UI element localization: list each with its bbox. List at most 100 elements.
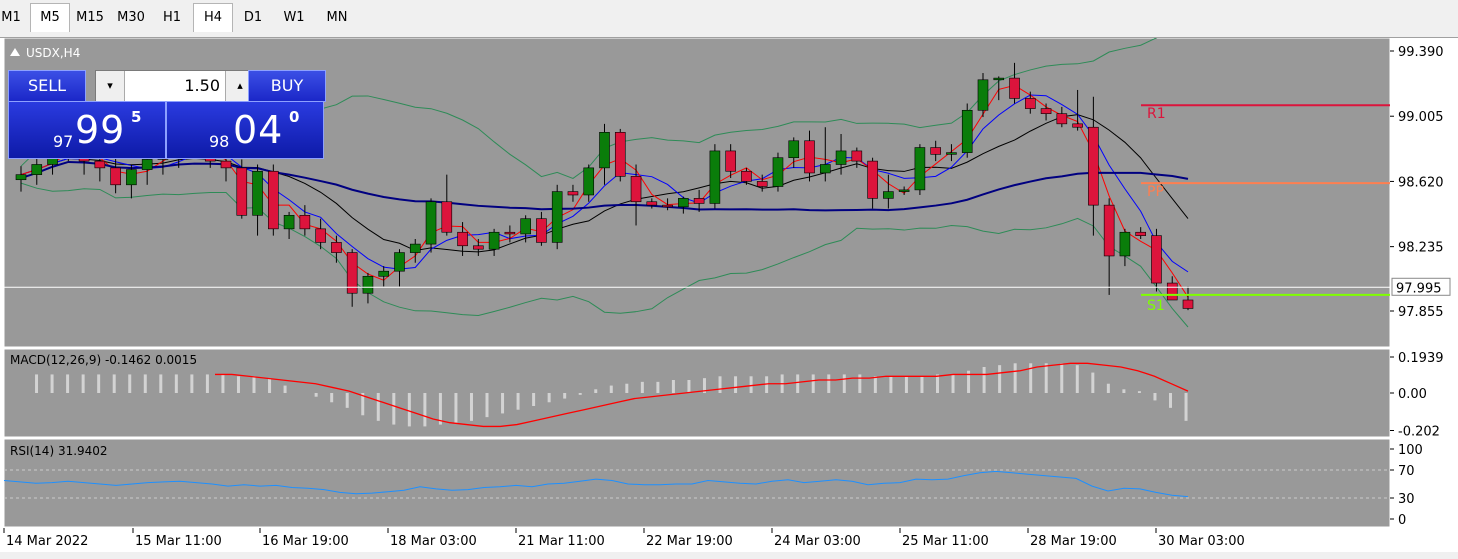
lot-decrease-button[interactable]: ▾ <box>96 71 125 101</box>
candle-body <box>1072 123 1083 128</box>
candle-body <box>725 150 736 172</box>
candle-body <box>220 160 232 169</box>
candle-body <box>252 170 263 216</box>
price-tick-label: 97.855 <box>1398 305 1444 320</box>
timeframe-m15[interactable]: M15 <box>72 4 108 32</box>
rsi-tick-label: 0 <box>1398 513 1406 528</box>
candle-body <box>268 170 279 230</box>
buy-price-fraction: 0 <box>289 108 300 126</box>
candle-body <box>961 109 973 153</box>
candle-body <box>914 147 926 191</box>
candle-body <box>441 201 453 233</box>
candle-body <box>1182 299 1194 309</box>
candle-body <box>662 204 673 208</box>
sell-price-box[interactable]: 97 99 5 <box>8 101 166 159</box>
candle-body <box>1166 282 1178 301</box>
timeframe-mn[interactable]: MN <box>317 4 357 32</box>
sell-button-label: SELL <box>27 76 67 95</box>
buy-button-label: BUY <box>270 76 304 95</box>
candle-body <box>141 159 153 170</box>
candle-body <box>883 191 894 199</box>
pivot-pp-label: PP <box>1147 184 1164 200</box>
candle-body <box>236 167 248 216</box>
candle-body <box>536 218 547 243</box>
timeframe-h1[interactable]: H1 <box>154 4 190 32</box>
candle-body <box>110 167 121 186</box>
time-tick-label: 14 Mar 2022 <box>6 534 88 549</box>
candle-body <box>614 132 626 177</box>
time-tick-label: 18 Mar 03:00 <box>390 534 477 549</box>
pivot-s1-label: S1 <box>1147 298 1165 314</box>
candle-body <box>678 198 689 208</box>
candle-body <box>788 140 800 159</box>
candle-body <box>630 176 642 203</box>
lot-size-control: ▾ 1.50 ▴ <box>95 70 255 102</box>
candle-body <box>1040 108 1052 114</box>
candle-body <box>1009 77 1020 99</box>
candle-body <box>772 157 784 187</box>
time-tick-label: 28 Mar 19:00 <box>1030 534 1117 549</box>
candle-body <box>835 150 847 165</box>
buy-price-main: 04 <box>233 108 284 152</box>
current-price-label: 97.995 <box>1396 281 1442 296</box>
candle-body <box>741 170 752 182</box>
sell-price-fraction: 5 <box>131 108 142 126</box>
buy-price-prefix: 98 <box>209 132 230 151</box>
one-click-trading-panel: SELL ▾ 1.50 ▴ BUY 97 99 5 98 04 0 <box>8 70 326 159</box>
candle-body <box>457 231 468 247</box>
candle-body <box>315 228 326 243</box>
chevron-down-icon: ▾ <box>107 79 113 92</box>
rsi-tick-label: 70 <box>1398 464 1415 479</box>
candle-body <box>299 214 311 230</box>
candle-body <box>977 79 989 111</box>
candle-body <box>362 275 374 294</box>
chart-tabs-bar <box>0 552 1458 559</box>
timeframe-m1[interactable]: M1 <box>0 4 22 32</box>
time-tick-label: 24 Mar 03:00 <box>774 534 861 549</box>
price-tick-label: 99.005 <box>1398 110 1444 125</box>
timeframe-m30[interactable]: M30 <box>112 4 150 32</box>
candle-body <box>599 132 610 169</box>
timeframe-h4[interactable]: H4 <box>193 3 233 32</box>
candle-body <box>709 150 721 204</box>
timeframe-toolbar: M1 M5 M15 M30 H1 H4 D1 W1 MN <box>0 0 1458 38</box>
lot-size-input[interactable]: 1.50 <box>126 71 220 101</box>
candle-body <box>473 245 484 250</box>
timeframe-m5[interactable]: M5 <box>30 3 70 32</box>
candle-body <box>488 231 500 250</box>
candle-body <box>1024 98 1036 109</box>
timeframe-d1[interactable]: D1 <box>235 4 271 32</box>
price-tick-label: 98.620 <box>1398 175 1444 190</box>
candle-body <box>1151 235 1162 284</box>
time-tick-label: 30 Mar 03:00 <box>1158 534 1245 549</box>
candle-body <box>819 164 831 174</box>
sell-price-prefix: 97 <box>53 132 74 151</box>
candle-body <box>1103 204 1115 257</box>
buy-button[interactable]: BUY <box>248 70 326 102</box>
candle-body <box>946 152 957 155</box>
candle-body <box>993 77 1005 81</box>
candle-body <box>1056 113 1068 125</box>
macd-panel <box>3 348 1391 438</box>
candle-body <box>126 169 137 186</box>
candle-body <box>930 147 941 155</box>
price-tick-label: 98.235 <box>1398 241 1444 256</box>
time-tick-label: 25 Mar 11:00 <box>902 534 989 549</box>
rsi-tick-label: 100 <box>1398 443 1423 458</box>
candle-body <box>520 218 531 235</box>
macd-label: MACD(12,26,9) -0.1462 0.0015 <box>10 353 197 367</box>
candle-body <box>756 181 768 187</box>
candle-body <box>567 191 579 196</box>
timeframe-w1[interactable]: W1 <box>276 4 312 32</box>
candle-body <box>693 198 705 204</box>
symbol-label: USDX,H4 <box>26 46 80 60</box>
candle-body <box>378 270 390 277</box>
sell-button[interactable]: SELL <box>8 70 86 102</box>
price-tick-label: 99.390 <box>1398 45 1444 60</box>
buy-price-box[interactable]: 98 04 0 <box>166 101 324 159</box>
candle-body <box>1119 231 1131 257</box>
candle-body <box>1135 231 1146 236</box>
rsi-label: RSI(14) 31.9402 <box>10 444 108 458</box>
rsi-tick-label: 30 <box>1398 492 1415 507</box>
candle-body <box>551 191 563 243</box>
